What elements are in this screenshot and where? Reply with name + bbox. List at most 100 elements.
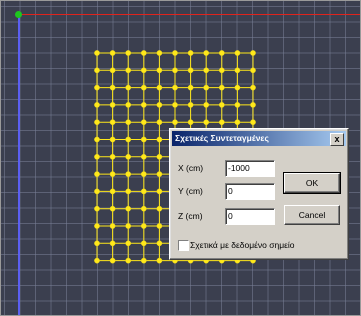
grid-node[interactable] [125, 171, 132, 177]
grid-node[interactable] [187, 119, 194, 126]
grid-node[interactable] [109, 188, 116, 195]
grid-node[interactable] [140, 153, 147, 160]
x-coordinate-input[interactable] [225, 160, 275, 177]
grid-node[interactable] [187, 84, 194, 91]
grid-node[interactable] [218, 84, 225, 91]
grid-node[interactable] [94, 67, 100, 74]
close-button[interactable]: x [330, 133, 344, 146]
grid-node[interactable] [250, 102, 256, 108]
grid-node[interactable] [156, 50, 163, 56]
grid-node[interactable] [172, 84, 178, 91]
grid-node[interactable] [94, 205, 100, 212]
relative-to-point-option[interactable]: Σχετικά με δεδομένο σημείο [178, 240, 295, 251]
grid-node[interactable] [218, 67, 225, 74]
grid-node[interactable] [140, 171, 147, 177]
grid-node[interactable] [187, 102, 194, 108]
grid-node[interactable] [203, 102, 210, 108]
grid-node[interactable] [94, 257, 100, 264]
grid-node[interactable] [109, 84, 116, 91]
grid-node[interactable] [94, 50, 100, 56]
grid-node[interactable] [140, 119, 147, 126]
relative-to-point-checkbox[interactable] [178, 240, 189, 251]
grid-node[interactable] [109, 119, 116, 126]
grid-node[interactable] [94, 188, 100, 195]
grid-node[interactable] [125, 205, 132, 212]
origin-point[interactable] [15, 11, 22, 18]
grid-node[interactable] [218, 119, 225, 126]
grid-node[interactable] [172, 50, 178, 56]
grid-node[interactable] [203, 67, 210, 74]
grid-node[interactable] [172, 102, 178, 108]
grid-node[interactable] [125, 240, 132, 247]
z-coordinate-input[interactable] [225, 208, 275, 225]
grid-node[interactable] [125, 67, 132, 74]
grid-node[interactable] [125, 102, 132, 108]
ok-button[interactable]: OK [283, 172, 341, 194]
grid-node[interactable] [140, 84, 147, 91]
grid-node[interactable] [109, 50, 116, 56]
grid-node[interactable] [125, 136, 132, 143]
grid-node[interactable] [94, 240, 100, 247]
grid-node[interactable] [187, 67, 194, 74]
grid-node[interactable] [125, 223, 132, 229]
grid-node[interactable] [218, 102, 225, 108]
grid-node[interactable] [234, 84, 241, 91]
grid-node[interactable] [140, 50, 147, 56]
grid-node[interactable] [109, 102, 116, 108]
grid-node[interactable] [250, 67, 256, 74]
grid-node[interactable] [140, 205, 147, 212]
grid-node[interactable] [94, 102, 100, 108]
grid-node[interactable] [140, 257, 147, 264]
grid-node[interactable] [172, 119, 178, 126]
grid-node[interactable] [140, 188, 147, 195]
grid-node[interactable] [109, 67, 116, 74]
grid-node[interactable] [94, 153, 100, 160]
grid-node[interactable] [140, 102, 147, 108]
grid-node[interactable] [125, 119, 132, 126]
y-coordinate-input[interactable] [225, 183, 275, 200]
grid-node[interactable] [125, 257, 132, 264]
grid-node[interactable] [234, 50, 241, 56]
grid-node[interactable] [109, 153, 116, 160]
grid-node[interactable] [125, 153, 132, 160]
grid-node[interactable] [218, 50, 225, 56]
grid-node[interactable] [187, 50, 194, 56]
grid-node[interactable] [140, 136, 147, 143]
grid-node[interactable] [109, 171, 116, 177]
dialog-titlebar[interactable]: Σχετικές Συντεταγμένες x [172, 131, 346, 146]
grid-node[interactable] [94, 84, 100, 91]
grid-node[interactable] [94, 171, 100, 177]
grid-node[interactable] [156, 153, 163, 160]
grid-node[interactable] [109, 257, 116, 264]
grid-node[interactable] [156, 171, 163, 177]
grid-node[interactable] [156, 136, 163, 143]
grid-node[interactable] [203, 84, 210, 91]
grid-node[interactable] [109, 223, 116, 229]
grid-node[interactable] [156, 119, 163, 126]
grid-node[interactable] [125, 84, 132, 91]
grid-node[interactable] [156, 84, 163, 91]
grid-node[interactable] [156, 102, 163, 108]
drawing-viewport[interactable]: Σχετικές Συντεταγμένες x X (cm) Y (cm) Z… [0, 0, 361, 316]
grid-node[interactable] [156, 257, 163, 264]
grid-node[interactable] [156, 205, 163, 212]
grid-node[interactable] [156, 223, 163, 229]
grid-node[interactable] [94, 223, 100, 229]
grid-node[interactable] [250, 50, 256, 56]
grid-node[interactable] [234, 119, 241, 126]
grid-node[interactable] [140, 240, 147, 247]
grid-node[interactable] [140, 223, 147, 229]
grid-node[interactable] [203, 50, 210, 56]
grid-node[interactable] [109, 205, 116, 212]
grid-node[interactable] [125, 188, 132, 195]
grid-node[interactable] [156, 240, 163, 247]
grid-node[interactable] [109, 136, 116, 143]
grid-node[interactable] [125, 50, 132, 56]
grid-node[interactable] [94, 136, 100, 143]
grid-node[interactable] [109, 240, 116, 247]
grid-node[interactable] [250, 84, 256, 91]
grid-node[interactable] [140, 67, 147, 74]
grid-node[interactable] [172, 67, 178, 74]
grid-node[interactable] [156, 188, 163, 195]
cancel-button[interactable]: Cancel [284, 205, 340, 225]
